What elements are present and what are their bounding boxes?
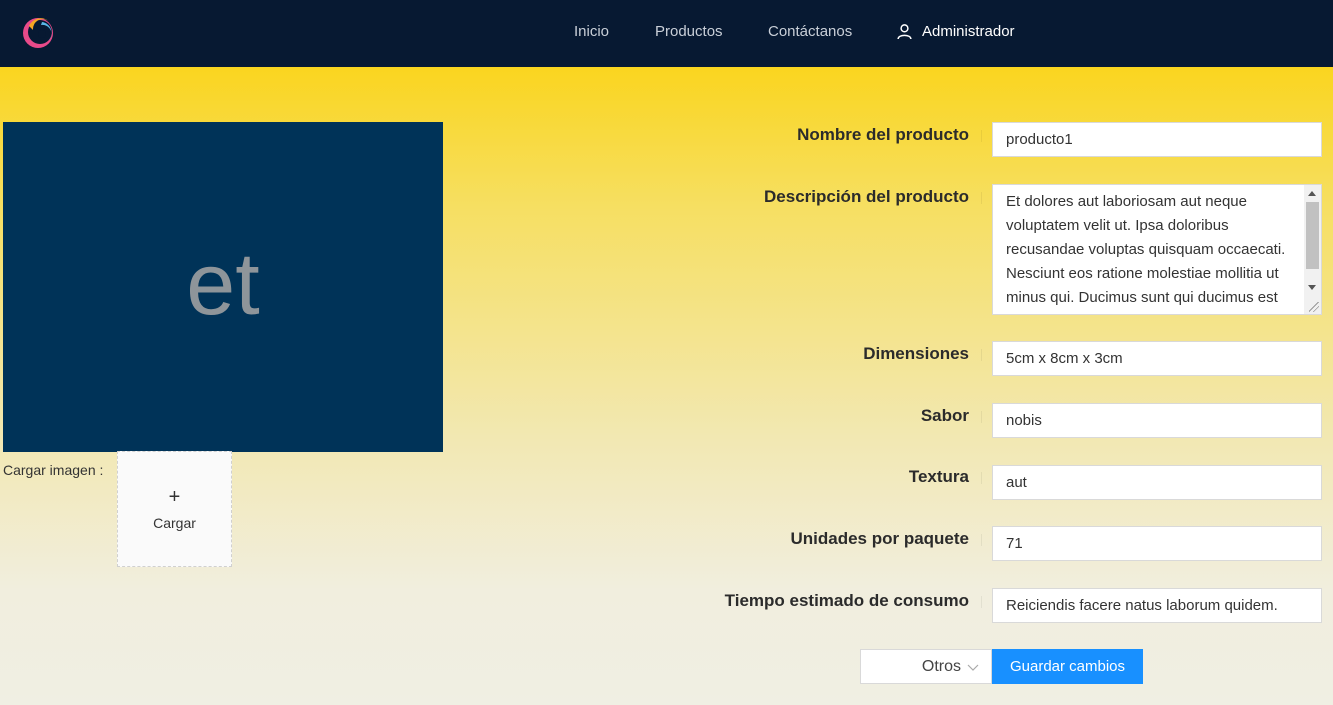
category-select[interactable]: Otros: [860, 649, 992, 684]
label-consumption-time: Tiempo estimado de consumo: [724, 591, 969, 610]
label-separator: [981, 534, 982, 546]
user-icon: [897, 24, 912, 40]
description-text: Et dolores aut laboriosam aut neque volu…: [1006, 193, 1286, 306]
label-separator: [981, 411, 982, 423]
dimensions-input[interactable]: 5cm x 8cm x 3cm: [992, 341, 1322, 376]
upload-button-label: Cargar: [153, 515, 196, 531]
app-logo-icon[interactable]: [20, 13, 56, 51]
plus-icon: +: [168, 486, 181, 508]
label-separator: [981, 472, 982, 484]
upload-label: Cargar imagen :: [3, 462, 104, 478]
chevron-down-icon: [967, 664, 979, 671]
category-select-value: Otros: [921, 657, 961, 675]
label-dimensions: Dimensiones: [863, 344, 969, 363]
scroll-down-arrow-icon[interactable]: [1308, 285, 1316, 290]
navbar: Inicio Productos Contáctanos Administrad…: [0, 0, 1333, 67]
admin-label: Administrador: [922, 23, 1015, 40]
product-name-input[interactable]: producto1: [992, 122, 1322, 157]
main-content: et Cargar imagen : + Cargar Nombre del p…: [0, 67, 1333, 705]
label-flavor: Sabor: [920, 406, 969, 425]
label-separator: [981, 349, 982, 361]
upload-button[interactable]: + Cargar: [117, 451, 232, 567]
nav-contactanos[interactable]: Contáctanos: [768, 23, 852, 40]
label-separator: [981, 130, 982, 142]
label-separator: [981, 596, 982, 608]
texture-input[interactable]: aut: [992, 465, 1322, 500]
nav-productos[interactable]: Productos: [655, 23, 723, 40]
nav-inicio[interactable]: Inicio: [574, 23, 609, 40]
label-product-name: Nombre del producto: [797, 125, 969, 144]
textarea-scrollbar[interactable]: [1304, 185, 1321, 314]
scroll-up-arrow-icon[interactable]: [1308, 191, 1316, 196]
nav-admin[interactable]: Administrador: [896, 23, 1015, 40]
label-product-description: Descripción del producto: [764, 187, 969, 206]
label-texture: Textura: [908, 467, 969, 486]
units-per-package-input[interactable]: 71: [992, 526, 1322, 561]
label-separator: [981, 192, 982, 204]
flavor-input[interactable]: nobis: [992, 403, 1322, 438]
scroll-thumb[interactable]: [1306, 202, 1319, 269]
product-image-preview: et: [3, 122, 443, 452]
resize-grip-icon[interactable]: [1309, 302, 1319, 312]
save-changes-button[interactable]: Guardar cambios: [992, 649, 1143, 684]
consumption-time-input[interactable]: Reiciendis facere natus laborum quidem.: [992, 588, 1322, 623]
preview-text: et: [186, 234, 260, 333]
label-units-per-package: Unidades por paquete: [790, 529, 969, 548]
product-description-textarea[interactable]: Et dolores aut laboriosam aut neque volu…: [992, 184, 1322, 315]
